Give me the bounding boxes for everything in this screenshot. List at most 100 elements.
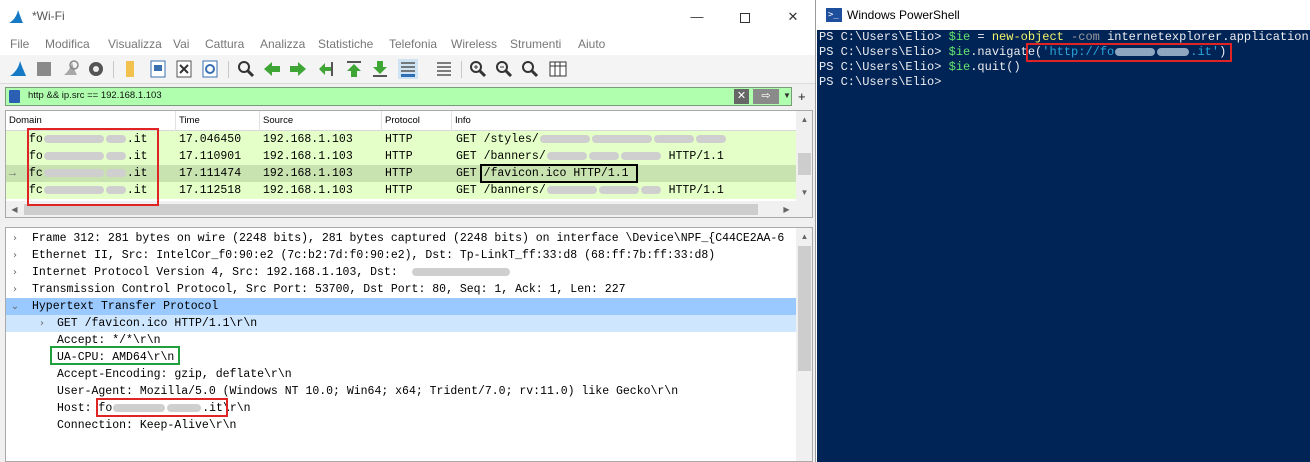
- packet-row[interactable]: fo .it 17.046450 192.168.1.103 HTTP GET /…: [6, 131, 796, 148]
- scrollbar-thumb[interactable]: [798, 246, 811, 371]
- redacted-dst: [411, 264, 511, 281]
- detail-row-accept-encoding[interactable]: Accept-Encoding: gzip, deflate\r\n: [6, 366, 796, 383]
- detail-row-accept[interactable]: Accept: */*\r\n: [6, 332, 796, 349]
- open-file-icon[interactable]: [120, 59, 140, 79]
- packet-domain: fc .it: [29, 184, 148, 197]
- detail-row-http[interactable]: ⌄ Hypertext Transfer Protocol: [6, 298, 796, 315]
- expand-chevron-icon[interactable]: ›: [8, 247, 22, 264]
- normal-size-icon[interactable]: [520, 59, 540, 79]
- close-button[interactable]: ✕: [770, 4, 815, 30]
- go-back-icon[interactable]: [262, 59, 282, 79]
- packet-time: 17.112518: [179, 184, 242, 197]
- scrollbar-thumb[interactable]: [24, 204, 758, 215]
- menu-visualizza[interactable]: Visualizza: [108, 37, 162, 51]
- menu-bar: File Modifica Visualizza Vai Cattura Ana…: [0, 33, 815, 55]
- menu-strumenti[interactable]: Strumenti: [510, 37, 561, 51]
- go-first-packet-icon[interactable]: [344, 59, 364, 79]
- start-capture-icon[interactable]: [8, 59, 28, 79]
- go-last-packet-icon[interactable]: [370, 59, 390, 79]
- packet-list-vertical-scrollbar[interactable]: ▲ ▼: [796, 111, 812, 201]
- column-header-time[interactable]: Time: [176, 111, 260, 131]
- filter-bookmark-icon[interactable]: [9, 90, 20, 103]
- detail-row-request-line[interactable]: › GET /favicon.ico HTTP/1.1\r\n: [6, 315, 796, 332]
- column-header-source[interactable]: Source: [260, 111, 382, 131]
- detail-row-host[interactable]: Host: fo .it\r\n: [6, 400, 796, 417]
- column-header-info[interactable]: Info: [452, 111, 796, 131]
- details-vertical-scrollbar[interactable]: ▲: [796, 228, 812, 461]
- detail-row-connection[interactable]: Connection: Keep-Alive\r\n: [6, 417, 796, 434]
- scroll-right-icon[interactable]: ▶: [778, 201, 795, 217]
- expand-chevron-icon[interactable]: ›: [35, 315, 49, 332]
- add-filter-button[interactable]: +: [798, 89, 806, 104]
- scrollbar-thumb[interactable]: [798, 153, 811, 175]
- menu-modifica[interactable]: Modifica: [45, 37, 90, 51]
- menu-aiuto[interactable]: Aiuto: [578, 37, 605, 51]
- detail-row-ethernet[interactable]: › Ethernet II, Src: IntelCor_f0:90:e2 (7…: [6, 247, 796, 264]
- expand-chevron-icon[interactable]: ›: [8, 281, 22, 298]
- maximize-button[interactable]: [722, 4, 768, 30]
- autoscroll-icon[interactable]: [398, 59, 418, 79]
- display-filter-bar[interactable]: http && ip.src == 192.168.1.103 ✕ ⇨ ▼: [5, 87, 792, 106]
- packet-list-horizontal-scrollbar[interactable]: ◀ ▶: [6, 201, 812, 217]
- packet-info: GET /styles/: [456, 131, 761, 148]
- minimize-button[interactable]: —: [674, 4, 720, 30]
- console-line: PS C:\Users\Elio> $ie = new-object -com …: [819, 30, 1309, 44]
- menu-file[interactable]: File: [10, 37, 29, 51]
- go-to-packet-icon[interactable]: [316, 59, 336, 79]
- packet-info: GET /banners/ HTTP/1.1: [456, 150, 724, 163]
- detail-row-ua-cpu[interactable]: UA-CPU: AMD64\r\n: [6, 349, 796, 366]
- column-header-domain[interactable]: Domain: [6, 111, 176, 131]
- save-file-icon[interactable]: [148, 59, 168, 79]
- console-line: PS C:\Users\Elio>: [819, 75, 942, 89]
- packet-info: GET /banners/ HTTP/1.1: [456, 184, 724, 197]
- close-file-icon[interactable]: [174, 59, 194, 79]
- detail-row-tcp[interactable]: › Transmission Control Protocol, Src Por…: [6, 281, 796, 298]
- packet-row[interactable]: fo .it 17.110901 192.168.1.103 HTTP GET /…: [6, 148, 796, 165]
- filter-history-chevron-down-icon[interactable]: ▼: [783, 91, 791, 100]
- menu-analizza[interactable]: Analizza: [260, 37, 305, 51]
- apply-filter-icon[interactable]: ⇨: [753, 89, 779, 104]
- menu-wireless[interactable]: Wireless: [451, 37, 497, 51]
- scroll-up-icon[interactable]: ▲: [796, 111, 812, 128]
- menu-vai[interactable]: Vai: [173, 37, 189, 51]
- expand-chevron-icon[interactable]: ›: [8, 264, 22, 281]
- window-title: *Wi-Fi: [32, 9, 65, 23]
- scroll-down-icon[interactable]: ▼: [796, 184, 812, 201]
- column-header-protocol[interactable]: Protocol: [382, 111, 452, 131]
- packet-list-header: Domain Time Source Protocol Info: [6, 111, 812, 131]
- stop-capture-icon[interactable]: [34, 59, 54, 79]
- scroll-up-icon[interactable]: ▲: [796, 228, 812, 245]
- find-packet-icon[interactable]: [236, 59, 256, 79]
- packet-protocol: HTTP: [385, 167, 413, 180]
- zoom-in-icon[interactable]: [468, 59, 488, 79]
- detail-row-frame[interactable]: › Frame 312: 281 bytes on wire (2248 bit…: [6, 230, 796, 247]
- packet-row-selected[interactable]: → fc .it 17.111474 192.168.1.103 HTTP GET…: [6, 165, 796, 182]
- powershell-title: Windows PowerShell: [847, 8, 960, 22]
- resize-columns-icon[interactable]: [548, 59, 568, 79]
- go-forward-icon[interactable]: [288, 59, 308, 79]
- powershell-console[interactable]: PS C:\Users\Elio> $ie = new-object -com …: [817, 30, 1310, 462]
- scroll-left-icon[interactable]: ◀: [6, 201, 23, 217]
- clear-filter-icon[interactable]: ✕: [734, 89, 749, 104]
- packet-row[interactable]: fc .it 17.112518 192.168.1.103 HTTP GET /…: [6, 182, 796, 199]
- collapse-chevron-icon[interactable]: ⌄: [8, 298, 22, 315]
- wireshark-fin-icon: [9, 10, 23, 23]
- zoom-out-icon[interactable]: [494, 59, 514, 79]
- detail-row-user-agent[interactable]: User-Agent: Mozilla/5.0 (Windows NT 10.0…: [6, 383, 796, 400]
- detail-row-ipv4[interactable]: › Internet Protocol Version 4, Src: 192.…: [6, 264, 796, 281]
- main-toolbar: [0, 55, 815, 84]
- menu-statistiche[interactable]: Statistiche: [318, 37, 373, 51]
- display-filter-input[interactable]: http && ip.src == 192.168.1.103: [28, 90, 162, 101]
- packet-list: Domain Time Source Protocol Info fo .it 1…: [5, 110, 813, 218]
- expand-chevron-icon[interactable]: ›: [8, 230, 22, 247]
- capture-options-icon[interactable]: [86, 59, 106, 79]
- toolbar-separator: [113, 61, 114, 78]
- restart-capture-icon[interactable]: [60, 59, 80, 79]
- colorize-icon[interactable]: [434, 59, 454, 79]
- packet-domain: fc .it: [29, 167, 148, 180]
- packet-time: 17.111474: [179, 167, 242, 180]
- packet-details-tree: › Frame 312: 281 bytes on wire (2248 bit…: [5, 227, 813, 462]
- menu-cattura[interactable]: Cattura: [205, 37, 244, 51]
- reload-file-icon[interactable]: [200, 59, 220, 79]
- menu-telefonia[interactable]: Telefonia: [389, 37, 437, 51]
